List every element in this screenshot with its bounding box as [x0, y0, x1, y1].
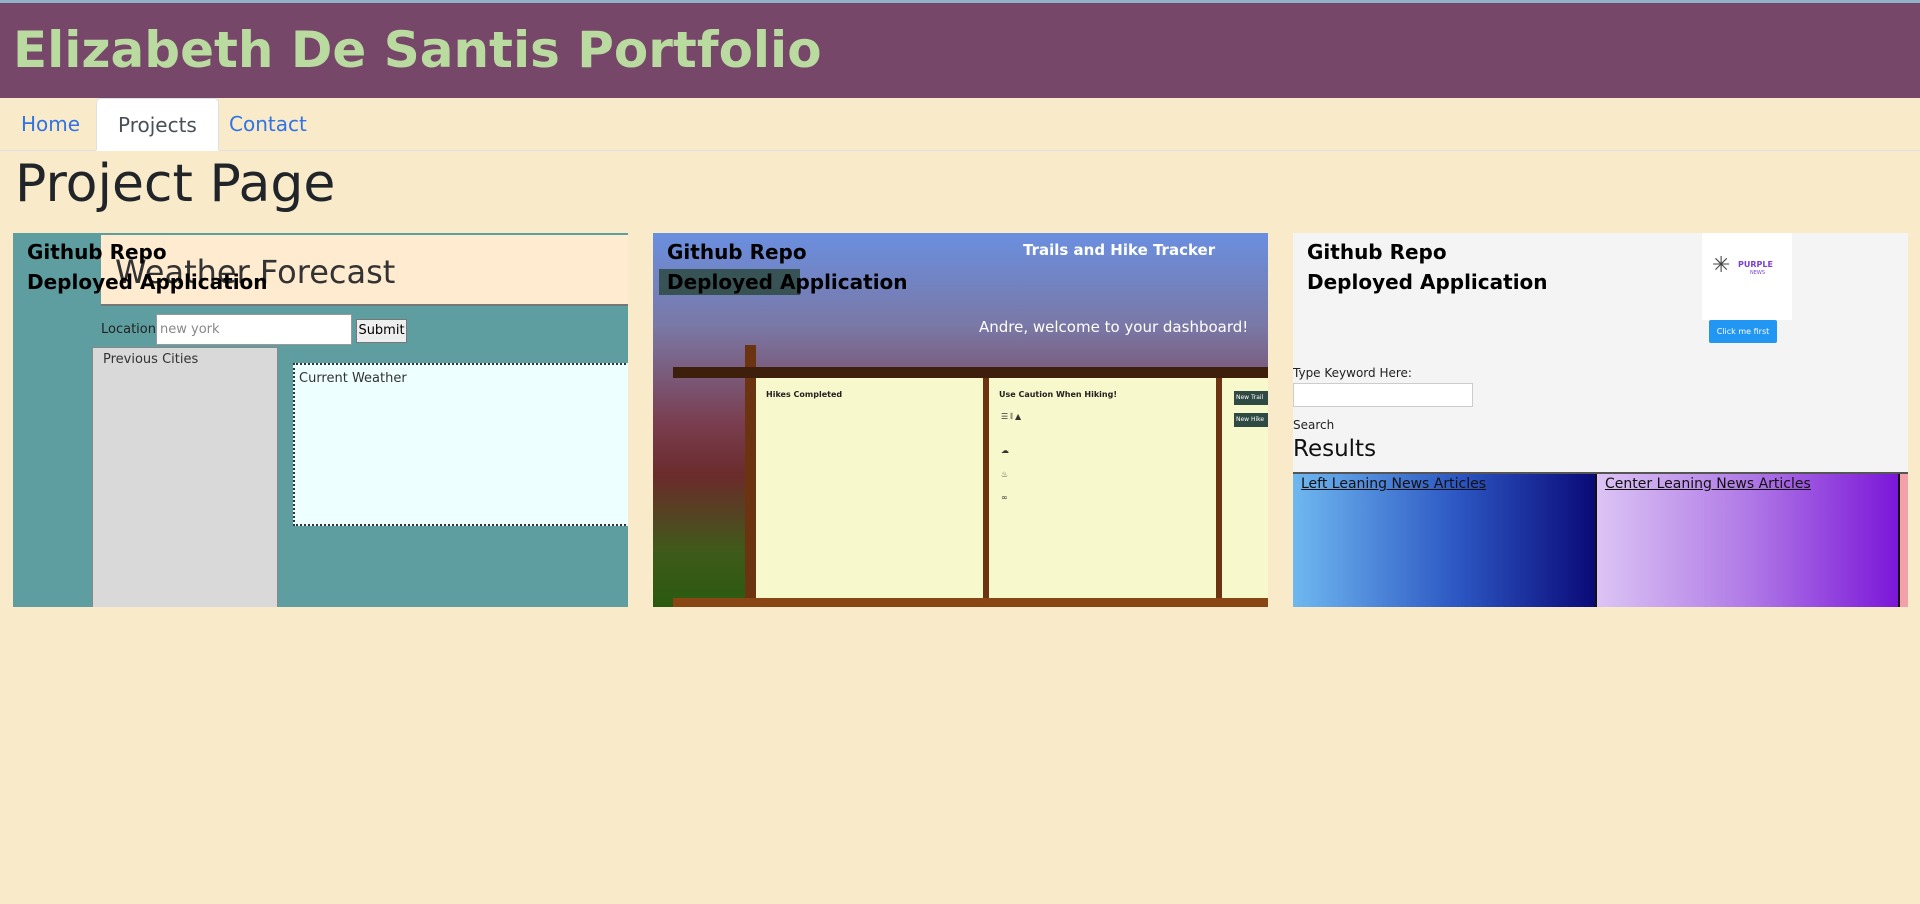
tab-contact[interactable]: Contact	[208, 98, 328, 151]
project-links: Github Repo Deployed Application	[27, 237, 268, 297]
keyword-input-preview	[1293, 383, 1473, 407]
submit-button-preview: Submit	[356, 319, 407, 343]
preview-welcome: Andre, welcome to your dashboard!	[979, 318, 1249, 336]
deployed-app-link[interactable]: Deployed Application	[1307, 267, 1548, 297]
github-repo-link[interactable]: Github Repo	[1307, 237, 1548, 267]
beam-decoration	[673, 367, 1268, 378]
left-news-link: Left Leaning News Articles	[1301, 476, 1486, 492]
project-card-news: ✳ PURPLE NEWS Click me first Type Keywor…	[1293, 233, 1908, 607]
right-news-column	[1898, 474, 1908, 607]
page-title: Project Page	[15, 154, 336, 214]
side-panel	[1219, 378, 1268, 598]
ground-decoration	[673, 598, 1268, 607]
caution-panel: Use Caution When Hiking! ☰ 𝄃 ▲ ☁ ♨ ∞	[986, 378, 1219, 598]
tab-home[interactable]: Home	[0, 98, 101, 151]
preview-title: Trails and Hike Tracker	[1023, 241, 1216, 259]
panel-title: Use Caution When Hiking!	[999, 390, 1117, 399]
purple-news-logo: ✳ PURPLE NEWS	[1702, 233, 1792, 320]
previous-cities-label: Previous Cities	[103, 352, 199, 367]
site-title: Elizabeth De Santis Portfolio	[13, 21, 822, 79]
panel-title: Hikes Completed	[766, 390, 843, 399]
search-label: Search	[1293, 418, 1335, 432]
fire-icon: ♨	[1001, 470, 1009, 479]
results-heading: Results	[1293, 436, 1377, 462]
deployed-app-link[interactable]: Deployed Application	[27, 267, 268, 297]
new-hike-button-preview: New Hike	[1234, 413, 1268, 427]
site-banner: Elizabeth De Santis Portfolio	[0, 3, 1920, 98]
current-weather-label: Current Weather	[299, 371, 407, 386]
deployed-app-link[interactable]: Deployed Application	[667, 267, 908, 297]
nav-tabs: Home Projects Contact	[0, 98, 1920, 151]
github-repo-link[interactable]: Github Repo	[667, 237, 908, 267]
hiking-icons: ☰ 𝄃 ▲	[1001, 412, 1022, 421]
left-news-column: Left Leaning News Articles	[1293, 474, 1595, 607]
logo-subtext: NEWS	[1750, 270, 1766, 276]
project-card-hike: Trails and Hike Tracker Andre, welcome t…	[653, 233, 1268, 607]
project-links: Github Repo Deployed Application	[1307, 237, 1548, 297]
current-weather-panel: Current Weather	[293, 363, 628, 526]
project-card-weather: Weather Forecast Location: new york Subm…	[13, 233, 628, 607]
location-input-preview: new york	[156, 314, 352, 345]
project-links: Github Repo Deployed Application	[667, 237, 908, 297]
new-trail-button-preview: New Trail	[1234, 391, 1268, 405]
github-repo-link[interactable]: Github Repo	[27, 237, 268, 267]
location-label: Location:	[101, 322, 161, 337]
previous-cities-panel: Previous Cities	[92, 347, 278, 607]
hikes-completed-panel: Hikes Completed	[753, 378, 986, 598]
click-me-button-preview: Click me first	[1709, 320, 1777, 343]
keyword-label: Type Keyword Here:	[1293, 366, 1412, 380]
logo-text: PURPLE	[1738, 260, 1773, 269]
tab-projects[interactable]: Projects	[96, 98, 219, 151]
logo-star-icon: ✳	[1712, 253, 1731, 278]
weather-icon: ☁	[1001, 446, 1009, 455]
center-news-column: Center Leaning News Articles	[1595, 474, 1898, 607]
binoculars-icon: ∞	[1001, 493, 1008, 502]
center-news-link: Center Leaning News Articles	[1605, 476, 1811, 492]
